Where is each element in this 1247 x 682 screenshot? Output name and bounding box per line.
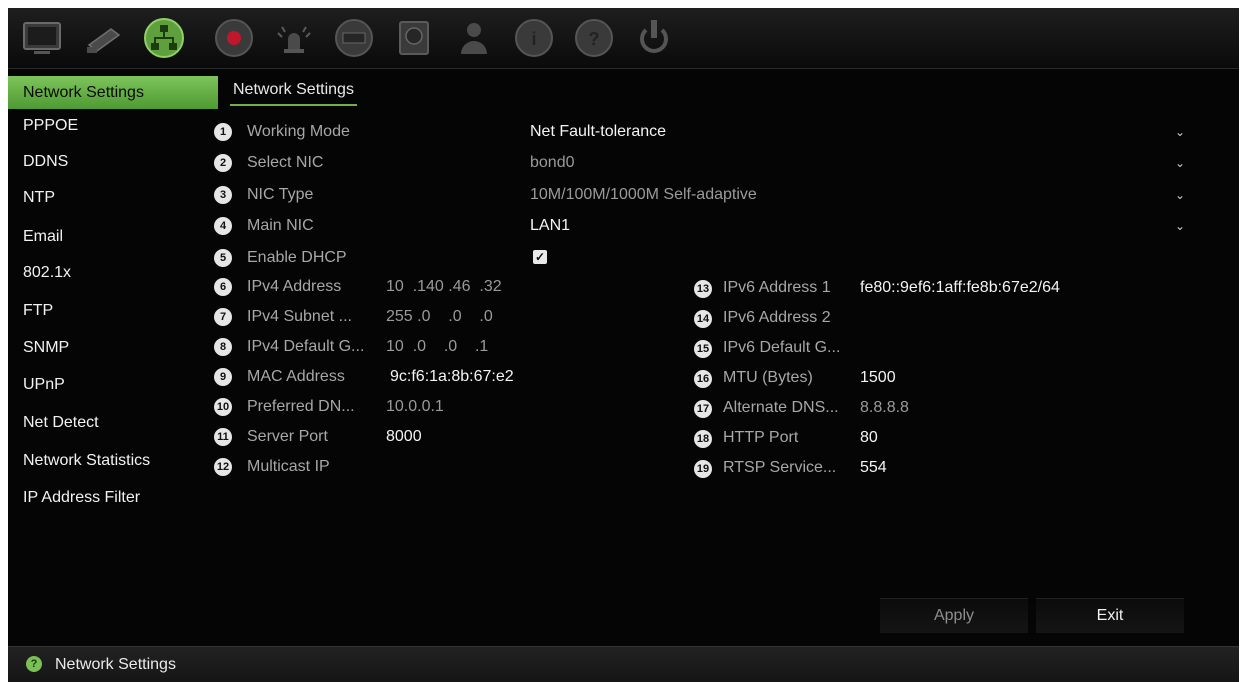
nic-type-label: NIC Type <box>247 186 314 203</box>
multicast-ip-label: Multicast IP <box>247 458 330 475</box>
sidebar-item-pppoe[interactable]: PPPOE <box>8 110 218 142</box>
rtsp-service-label: RTSP Service... <box>723 459 837 476</box>
chevron-down-icon[interactable]: ⌄ <box>1175 157 1185 169</box>
rtsp-service-field[interactable]: 554 <box>860 458 887 478</box>
enable-dhcp-label: Enable DHCP <box>247 249 347 266</box>
power-icon[interactable] <box>626 14 682 62</box>
http-port-label: HTTP Port <box>723 429 799 446</box>
row-number: 11 <box>214 428 232 446</box>
ipv4-subnet-label: IPv4 Subnet ... <box>247 308 352 325</box>
row-number: 8 <box>214 338 232 356</box>
row-number: 17 <box>694 400 712 418</box>
ipv4-gateway-field[interactable]: 10 .0 .0 .1 <box>386 337 488 357</box>
row-number: 2 <box>214 154 232 172</box>
help-icon[interactable]: ? <box>566 14 622 62</box>
device-icon[interactable] <box>326 14 382 62</box>
preferred-dns-label: Preferred DN... <box>247 398 355 415</box>
mac-address-label: MAC Address <box>247 368 345 385</box>
main-toolbar: i ? <box>8 8 1239 69</box>
sidebar-item-upnp[interactable]: UPnP <box>8 369 218 401</box>
mtu-label: MTU (Bytes) <box>723 369 813 386</box>
status-bar: ? Network Settings <box>8 646 1239 682</box>
record-icon[interactable] <box>206 14 262 62</box>
sidebar-item-network-settings[interactable]: Network Settings <box>8 76 218 109</box>
ipv4-gateway-label: IPv4 Default G... <box>247 338 365 355</box>
main-nic-label: Main NIC <box>247 217 314 234</box>
main-nic-select[interactable]: LAN1 <box>530 216 570 236</box>
alternate-dns-label: Alternate DNS... <box>723 399 839 416</box>
row-number: 7 <box>214 308 232 326</box>
svg-text:i: i <box>531 29 536 49</box>
alarm-icon[interactable] <box>266 14 322 62</box>
row-number: 19 <box>694 460 712 478</box>
row-number: 3 <box>214 186 232 204</box>
ipv6-address-1-value: fe80::9ef6:1aff:fe8b:67e2/64 <box>860 279 1060 296</box>
help-icon: ? <box>26 656 42 672</box>
sidebar-item-net-detect[interactable]: Net Detect <box>8 407 218 439</box>
sidebar-item-ddns[interactable]: DDNS <box>8 146 218 178</box>
dvr-screen: i ? Network Settings PPPOE DDNS NTP Emai… <box>8 8 1239 682</box>
sidebar-item-network-statistics[interactable]: Network Statistics <box>8 445 218 477</box>
ipv4-subnet-field[interactable]: 255 .0 .0 .0 <box>386 307 493 327</box>
row-number: 12 <box>214 458 232 476</box>
sidebar: Network Settings PPPOE DDNS NTP Email 80… <box>8 76 218 646</box>
camera-icon[interactable] <box>75 14 131 62</box>
chevron-down-icon[interactable]: ⌄ <box>1175 220 1185 232</box>
tab-network-settings[interactable]: Network Settings <box>230 78 357 106</box>
apply-button[interactable]: Apply <box>880 598 1028 633</box>
ipv6-address-2-label: IPv6 Address 2 <box>723 309 831 326</box>
ipv4-address-label: IPv4 Address <box>247 278 342 295</box>
mac-address-value: 9c:f6:1a:8b:67:e2 <box>390 368 514 385</box>
ipv4-address-field[interactable]: 10 .140 .46 .32 <box>386 277 502 297</box>
sidebar-item-ip-address-filter[interactable]: IP Address Filter <box>8 482 218 514</box>
row-number: 10 <box>214 398 232 416</box>
ipv6-gateway-label: IPv6 Default G... <box>723 339 841 356</box>
row-number: 15 <box>694 340 712 358</box>
network-icon[interactable] <box>136 14 192 62</box>
sidebar-item-snmp[interactable]: SNMP <box>8 332 218 364</box>
user-icon[interactable] <box>446 14 502 62</box>
working-mode-select[interactable]: Net Fault-tolerance <box>530 122 666 142</box>
row-number: 5 <box>214 249 232 267</box>
sidebar-item-8021x[interactable]: 802.1x <box>8 257 218 289</box>
monitor-icon[interactable] <box>14 14 70 62</box>
row-number: 18 <box>694 430 712 448</box>
row-number: 1 <box>214 123 232 141</box>
ipv6-address-1-label: IPv6 Address 1 <box>723 279 831 296</box>
svg-text:?: ? <box>589 29 600 49</box>
sidebar-item-ntp[interactable]: NTP <box>8 182 218 214</box>
sidebar-item-ftp[interactable]: FTP <box>8 295 218 327</box>
row-number: 16 <box>694 370 712 388</box>
row-number: 14 <box>694 310 712 328</box>
storage-icon[interactable] <box>386 14 442 62</box>
sidebar-item-email[interactable]: Email <box>8 221 218 253</box>
server-port-field[interactable]: 8000 <box>386 427 422 447</box>
row-number: 13 <box>694 280 712 298</box>
server-port-label: Server Port <box>247 428 328 445</box>
row-number: 9 <box>214 368 232 386</box>
alternate-dns-field[interactable]: 8.8.8.8 <box>860 398 909 418</box>
nic-type-select[interactable]: 10M/100M/1000M Self-adaptive <box>530 185 757 205</box>
working-mode-label: Working Mode <box>247 123 350 140</box>
chevron-down-icon[interactable]: ⌄ <box>1175 189 1185 201</box>
system-info-icon[interactable]: i <box>506 14 562 62</box>
row-number: 4 <box>214 217 232 235</box>
exit-button[interactable]: Exit <box>1036 598 1184 633</box>
preferred-dns-field[interactable]: 10.0.0.1 <box>386 397 444 417</box>
mtu-field[interactable]: 1500 <box>860 368 896 388</box>
enable-dhcp-checkbox[interactable]: ✓ <box>533 250 547 264</box>
select-nic-select[interactable]: bond0 <box>530 153 575 173</box>
row-number: 6 <box>214 278 232 296</box>
chevron-down-icon[interactable]: ⌄ <box>1175 126 1185 138</box>
status-text: Network Settings <box>55 656 176 673</box>
select-nic-label: Select NIC <box>247 154 324 171</box>
http-port-field[interactable]: 80 <box>860 428 878 448</box>
